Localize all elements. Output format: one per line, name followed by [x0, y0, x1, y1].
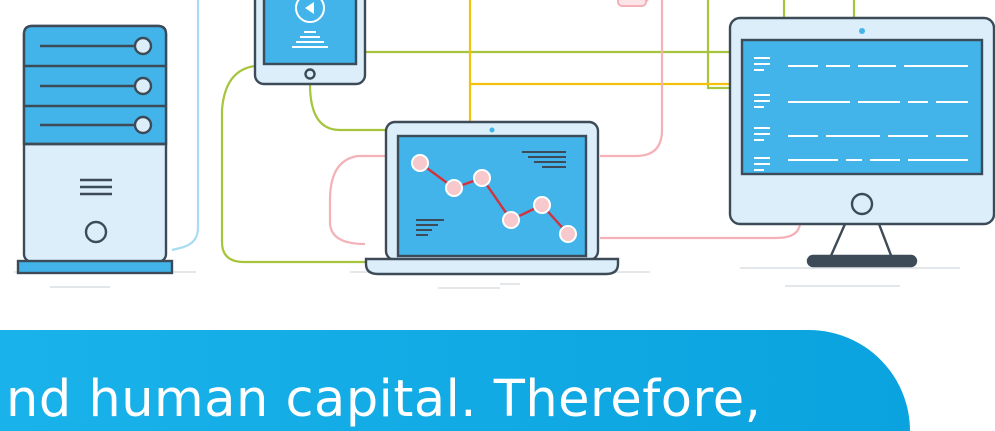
wire-green-tablet [308, 83, 388, 132]
wire-lightblue [171, 0, 200, 252]
wire-green-right [706, 0, 730, 90]
wire-green-left [220, 64, 365, 264]
desktop-monitor-icon [728, 16, 995, 268]
laptop-chart-icon [364, 120, 620, 276]
banner-text: nd human capital. Therefore, [6, 370, 762, 429]
pink-tag [617, 0, 647, 7]
wire-pink-right [600, 0, 664, 158]
network-devices-illustration [14, 0, 995, 289]
server-tower-icon [16, 24, 174, 275]
wire-pink-left [328, 154, 388, 246]
tablet-play-icon [253, 0, 367, 86]
caption-banner: nd human capital. Therefore, [0, 330, 910, 431]
